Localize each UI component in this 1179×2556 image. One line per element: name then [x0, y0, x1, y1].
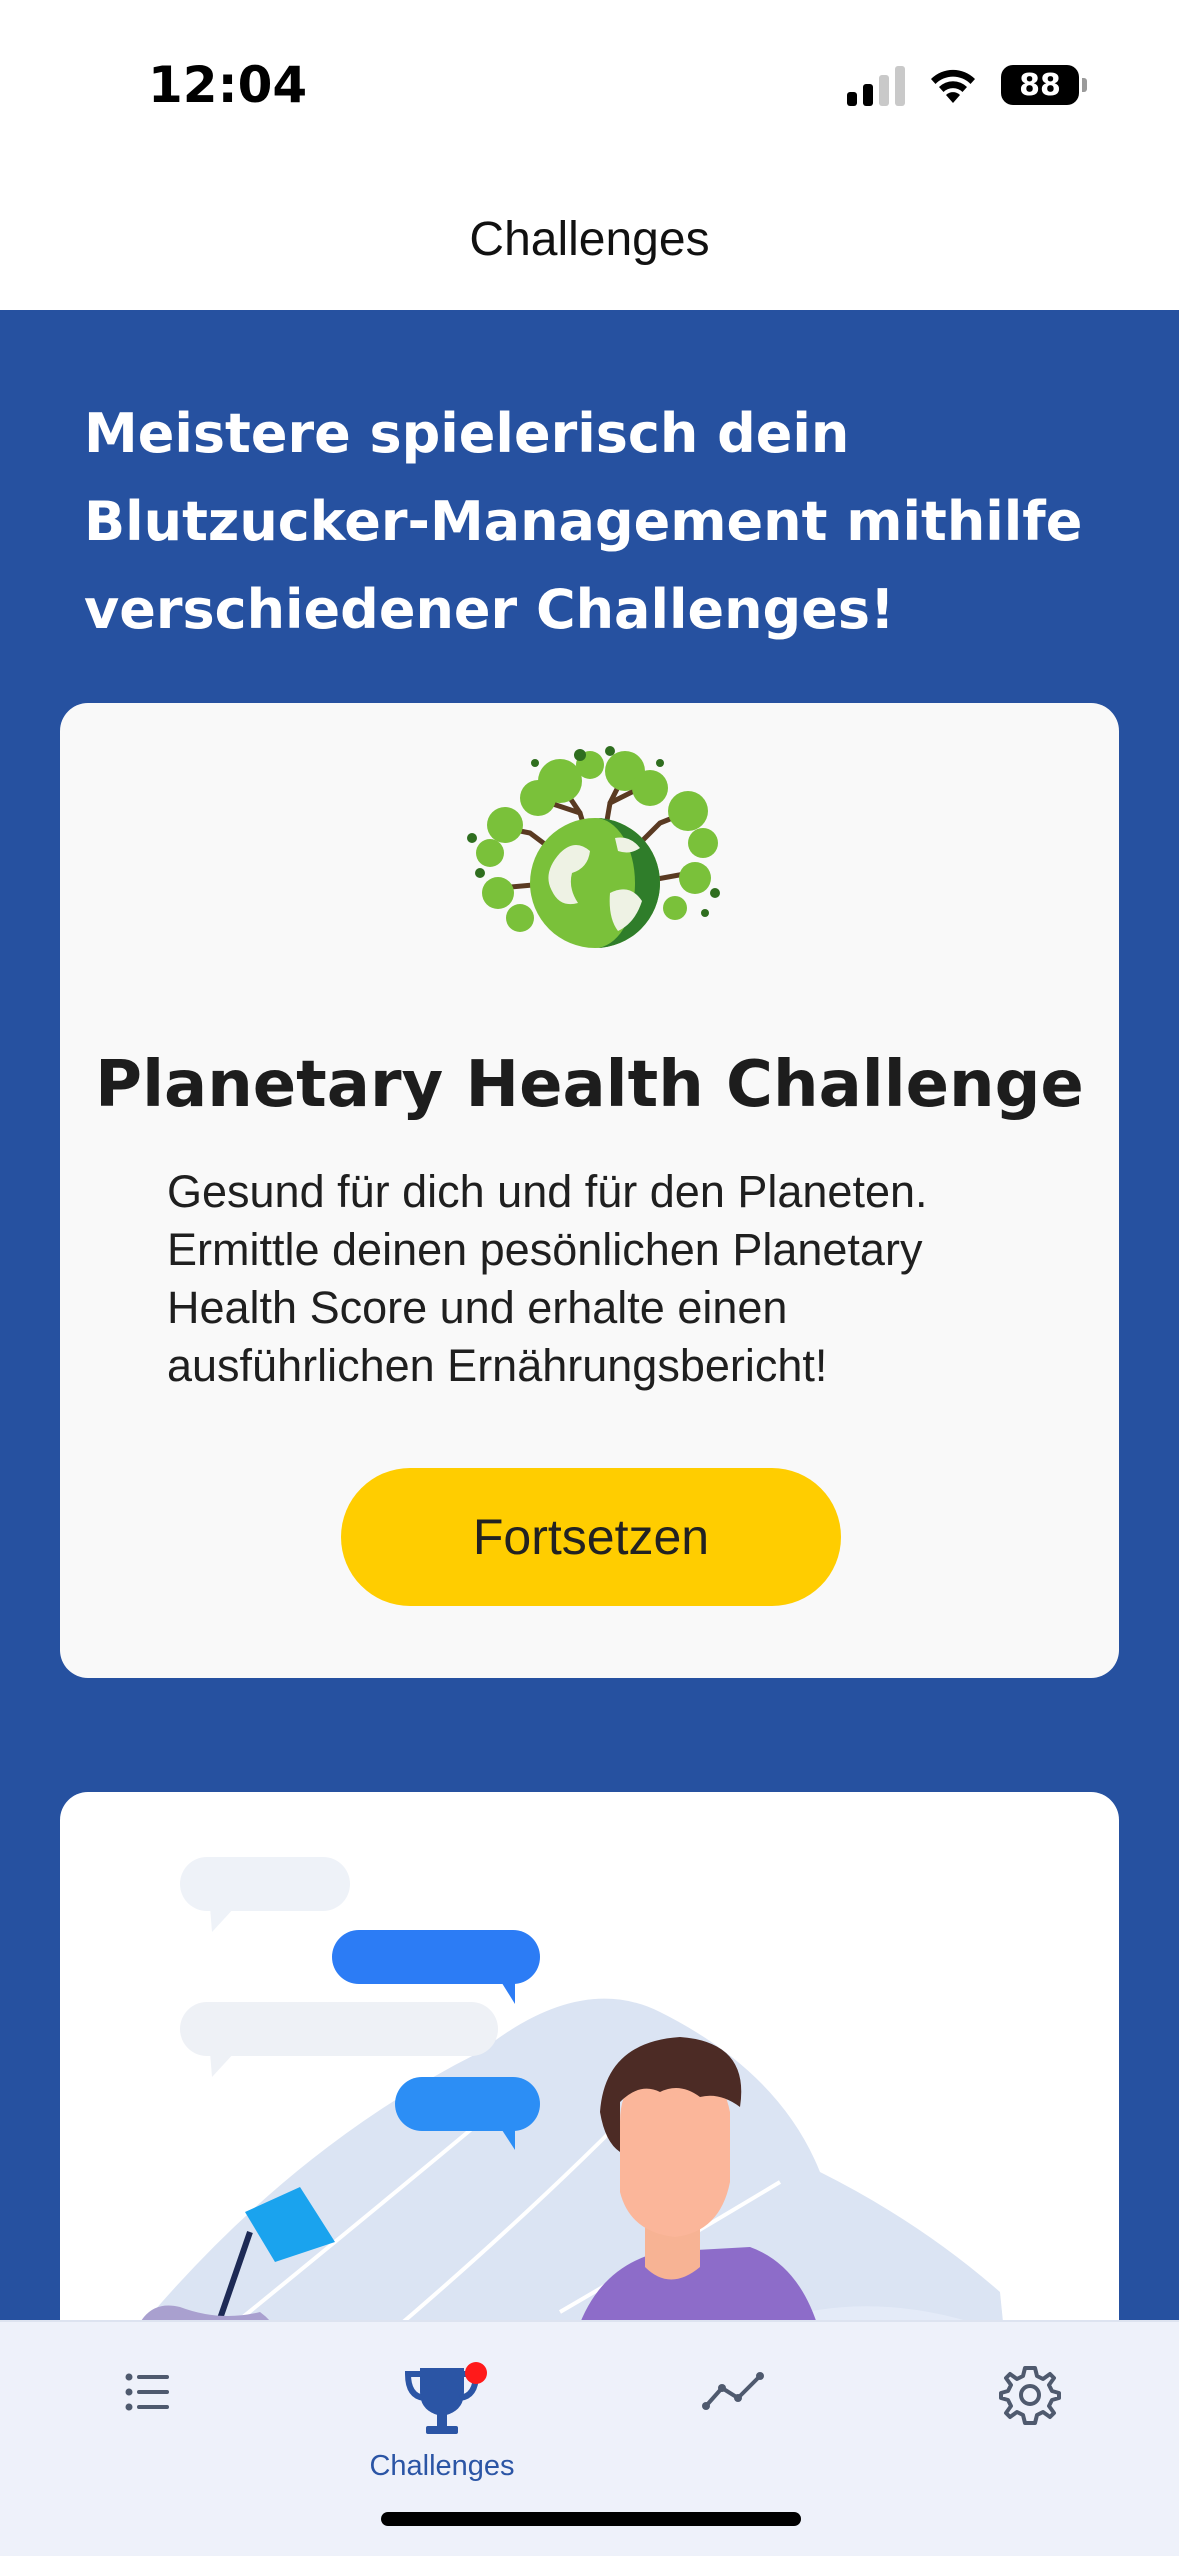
status-time: 12:04 [148, 56, 308, 114]
tab-list[interactable] [47, 2362, 247, 2502]
cellular-signal-icon [847, 64, 905, 106]
gear-icon [999, 2366, 1061, 2425]
tab-challenges-label: Challenges [369, 2450, 515, 2482]
notification-badge [465, 2362, 487, 2384]
battery-level: 88 [1019, 67, 1061, 103]
top-bar: 12:04 88 Challenges [0, 0, 1179, 310]
tab-stats[interactable] [635, 2362, 835, 2502]
challenge-description: Gesund für dich und für den Planeten. Er… [167, 1166, 928, 1391]
hero-text: Meistere spielerisch dein Blutzucker-Man… [84, 402, 1083, 641]
tab-challenges[interactable]: Challenges [342, 2362, 542, 2502]
page-title: Challenges [469, 213, 710, 266]
battery-icon: 88 [1001, 65, 1087, 105]
challenge-card-planetary-health[interactable]: Planetary Health Challenge Gesund für di… [60, 703, 1119, 1678]
challenge-title: Planetary Health Challenge [95, 1048, 1084, 1122]
status-icons: 88 [847, 60, 1087, 110]
tab-settings[interactable] [930, 2362, 1130, 2502]
trend-icon [702, 2372, 764, 2410]
list-icon [125, 2373, 169, 2411]
continue-button[interactable]: Fortsetzen [341, 1468, 841, 1606]
earth-trees-illustration [467, 746, 720, 948]
home-indicator [381, 2512, 801, 2526]
wifi-icon [931, 69, 975, 103]
